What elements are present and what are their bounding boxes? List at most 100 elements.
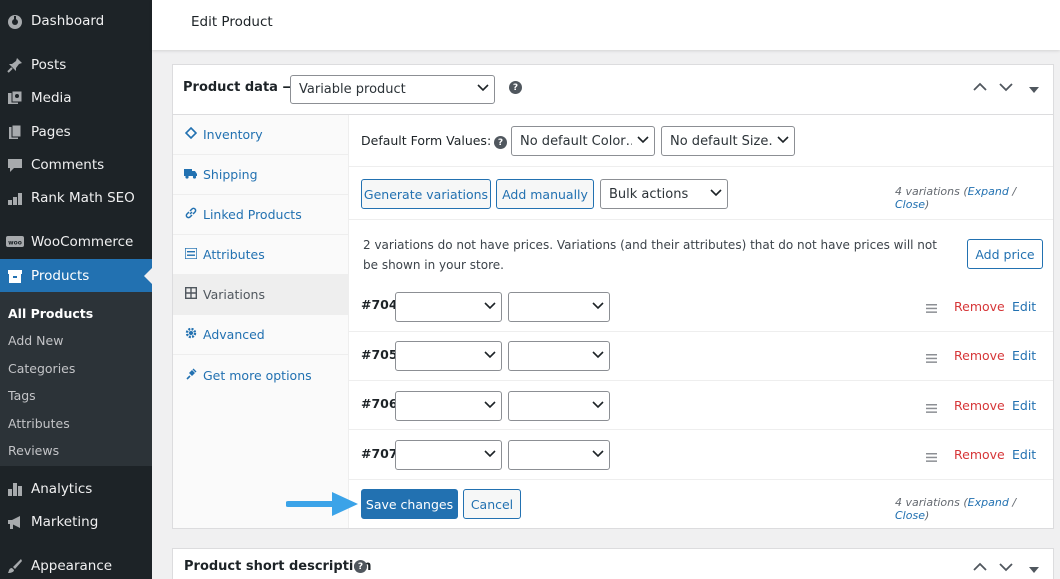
- drag-handle-icon[interactable]: [926, 301, 938, 317]
- remove-variation-link[interactable]: Remove: [954, 447, 1005, 462]
- woocommerce-icon: woo: [3, 235, 27, 249]
- list-icon: [182, 246, 200, 262]
- variation-color-select[interactable]: [395, 341, 502, 371]
- menu-comments[interactable]: Comments: [0, 148, 152, 182]
- add-price-button[interactable]: Add price: [967, 239, 1043, 269]
- tab-attributes[interactable]: Attributes: [173, 235, 349, 275]
- variation-color-select[interactable]: [395, 440, 502, 470]
- drag-handle-icon[interactable]: [926, 401, 938, 417]
- divider: [349, 380, 1053, 381]
- tab-advanced[interactable]: Advanced: [173, 315, 349, 355]
- close-link[interactable]: Close: [895, 509, 925, 522]
- tab-shipping[interactable]: Shipping: [173, 155, 349, 195]
- default-size-value: No default Size…: [670, 133, 772, 149]
- help-icon[interactable]: ?: [354, 560, 367, 573]
- add-manually-button[interactable]: Add manually: [496, 179, 594, 209]
- submenu-attributes[interactable]: Attributes: [8, 416, 70, 431]
- menu-analytics[interactable]: Analytics: [0, 472, 152, 506]
- variation-id: #704: [361, 297, 398, 312]
- default-size-select[interactable]: No default Size…: [661, 126, 795, 156]
- tab-variations[interactable]: Variations: [173, 275, 349, 315]
- default-color-select[interactable]: No default Color…: [511, 126, 655, 156]
- submenu-all-products[interactable]: All Products: [8, 306, 93, 321]
- plugin-icon: [182, 368, 200, 383]
- tab-linked-products[interactable]: Linked Products: [173, 195, 349, 235]
- default-color-value: No default Color…: [520, 133, 632, 149]
- edit-variation-link[interactable]: Edit: [1012, 299, 1036, 314]
- menu-appearance[interactable]: Appearance: [0, 549, 152, 579]
- submenu-add-new[interactable]: Add New: [8, 333, 63, 348]
- drag-handle-icon[interactable]: [926, 450, 938, 466]
- submenu-tags[interactable]: Tags: [8, 388, 36, 403]
- menu-label: Dashboard: [31, 13, 105, 29]
- product-data-panel: Product data — Variable product ? Invent…: [172, 64, 1054, 529]
- close-link[interactable]: Close: [895, 198, 925, 211]
- move-down-icon[interactable]: [999, 81, 1013, 95]
- variation-color-select[interactable]: [395, 391, 502, 421]
- menu-woocommerce[interactable]: woo WooCommerce: [0, 225, 152, 259]
- pages-icon: [3, 124, 27, 140]
- tab-label: Get more options: [203, 367, 312, 383]
- chevron-down-icon: [479, 350, 501, 362]
- menu-media[interactable]: Media: [0, 81, 152, 115]
- expand-link[interactable]: Expand: [968, 185, 1009, 198]
- menu-posts[interactable]: Posts: [0, 48, 152, 82]
- menu-label: Comments: [31, 157, 105, 173]
- drag-handle-icon[interactable]: [926, 351, 938, 367]
- edit-variation-link[interactable]: Edit: [1012, 398, 1036, 413]
- toggle-panel-icon[interactable]: [1029, 563, 1039, 577]
- remove-variation-link[interactable]: Remove: [954, 398, 1005, 413]
- remove-variation-link[interactable]: Remove: [954, 299, 1005, 314]
- chevron-down-icon: [632, 135, 654, 147]
- variation-size-select[interactable]: [508, 440, 610, 470]
- tab-inventory[interactable]: Inventory: [173, 115, 349, 155]
- rank-math-icon: [3, 190, 27, 206]
- remove-variation-link[interactable]: Remove: [954, 348, 1005, 363]
- move-down-icon[interactable]: [999, 561, 1013, 575]
- divider: [349, 219, 1053, 220]
- variation-size-select[interactable]: [508, 341, 610, 371]
- bar-chart-icon: [3, 481, 27, 497]
- page-title: Edit Product: [191, 14, 273, 30]
- divider: [349, 166, 1053, 167]
- cancel-button[interactable]: Cancel: [463, 489, 521, 519]
- edit-variation-link[interactable]: Edit: [1012, 447, 1036, 462]
- tab-label: Inventory: [203, 127, 263, 142]
- edit-variation-link[interactable]: Edit: [1012, 348, 1036, 363]
- menu-dashboard[interactable]: Dashboard: [0, 4, 152, 38]
- menu-label: Pages: [31, 124, 71, 140]
- submenu-categories[interactable]: Categories: [8, 361, 75, 376]
- expand-link[interactable]: Expand: [968, 496, 1009, 509]
- page-header: Edit Product: [152, 0, 1060, 50]
- product-data-header: Product data — Variable product ?: [173, 65, 1053, 115]
- move-up-icon[interactable]: [973, 561, 987, 575]
- menu-label: Marketing: [31, 514, 99, 530]
- variations-count: 4 variations: [895, 496, 960, 509]
- submenu-reviews[interactable]: Reviews: [8, 443, 59, 458]
- save-changes-button[interactable]: Save changes: [361, 489, 458, 519]
- chevron-down-icon: [587, 350, 609, 362]
- menu-label: Rank Math SEO: [31, 190, 135, 206]
- variation-size-select[interactable]: [508, 391, 610, 421]
- move-up-icon[interactable]: [973, 81, 987, 95]
- help-icon[interactable]: ?: [494, 136, 507, 149]
- tab-label: Variations: [203, 287, 265, 302]
- products-submenu: All Products Add New Categories Tags Att…: [0, 292, 152, 466]
- menu-products[interactable]: Products: [0, 259, 152, 293]
- tab-get-more-options[interactable]: Get more options: [173, 355, 349, 395]
- separator: /: [1012, 496, 1017, 509]
- toggle-panel-icon[interactable]: [1029, 83, 1039, 97]
- menu-marketing[interactable]: Marketing: [0, 505, 152, 539]
- product-type-select[interactable]: Variable product: [290, 75, 495, 104]
- menu-pages[interactable]: Pages: [0, 115, 152, 149]
- variation-size-select[interactable]: [508, 292, 610, 322]
- variation-id: #706: [361, 396, 398, 411]
- bulk-actions-select[interactable]: Bulk actions: [600, 179, 728, 209]
- help-icon[interactable]: ?: [509, 81, 522, 94]
- generate-variations-button[interactable]: Generate variations: [361, 179, 491, 209]
- menu-label: Analytics: [31, 481, 93, 497]
- menu-rank-math-seo[interactable]: Rank Math SEO: [0, 181, 152, 215]
- variation-color-select[interactable]: [395, 292, 502, 322]
- divider: [349, 331, 1053, 332]
- chevron-down-icon: [772, 135, 794, 147]
